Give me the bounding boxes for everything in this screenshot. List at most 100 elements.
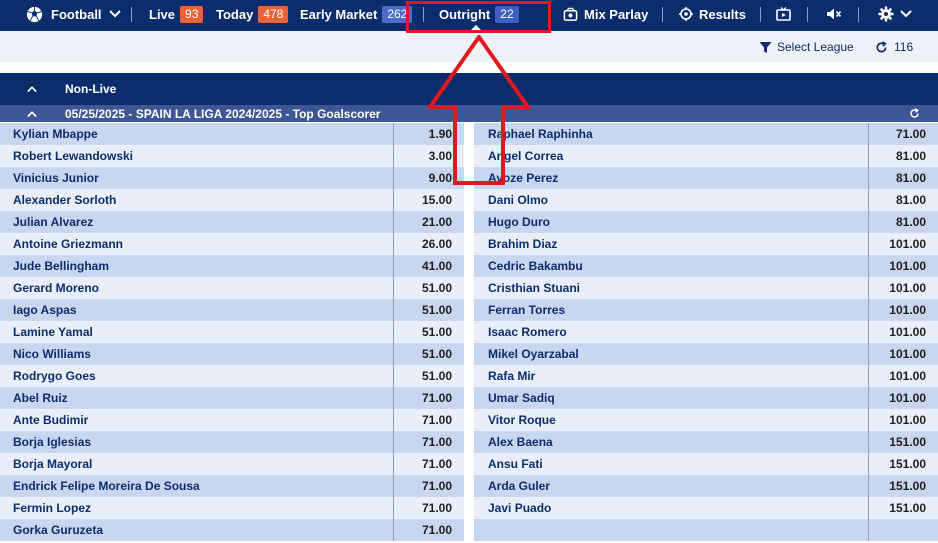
player-name: Kylian Mbappe xyxy=(13,127,98,141)
table-row: Iago Aspas 51.00 xyxy=(0,299,464,321)
odds-cell[interactable]: 51.00 xyxy=(393,299,464,321)
refresh-icon xyxy=(876,40,887,52)
nav-separator xyxy=(858,7,859,22)
player-name: Robert Lewandowski xyxy=(13,149,134,163)
player-name: Cedric Bakambu xyxy=(488,259,583,273)
player-name: Ferran Torres xyxy=(488,303,566,317)
odds-cell[interactable]: 81.00 xyxy=(868,145,938,167)
player-name: Borja Mayoral xyxy=(13,457,93,471)
table-row: Alexander Sorloth 15.00 xyxy=(0,189,464,211)
player-name: Ansu Fati xyxy=(488,457,543,471)
odds-cell[interactable]: 151.00 xyxy=(868,431,938,453)
table-row: Arda Guler 151.00 xyxy=(474,475,938,497)
odds-cell[interactable]: 51.00 xyxy=(393,365,464,387)
odds-cell[interactable]: 21.00 xyxy=(393,211,464,233)
odds-cell[interactable]: 71.00 xyxy=(393,475,464,497)
table-row: Cristhian Stuani 101.00 xyxy=(474,277,938,299)
odds-cell[interactable]: 71.00 xyxy=(868,123,938,145)
table-row: Endrick Felipe Moreira De Sousa 71.00 xyxy=(0,475,464,497)
odds-cell[interactable]: 71.00 xyxy=(393,387,464,409)
live-count-badge: 93 xyxy=(180,5,204,23)
table-row: Abel Ruiz 71.00 xyxy=(0,387,464,409)
odds-cell[interactable]: 81.00 xyxy=(868,189,938,211)
table-row xyxy=(474,519,938,541)
nav-early-market[interactable]: Early Market 262 xyxy=(300,0,413,28)
outright-highlight-box xyxy=(406,1,551,33)
tv-button[interactable] xyxy=(776,0,791,28)
nav-today[interactable]: Today 478 xyxy=(216,0,289,28)
odds-cell[interactable]: 101.00 xyxy=(868,255,938,277)
odds-cell[interactable]: 101.00 xyxy=(868,343,938,365)
table-row: Ayoze Perez 81.00 xyxy=(474,167,938,189)
odds-cell[interactable]: 151.00 xyxy=(868,497,938,519)
odds-cell[interactable]: 151.00 xyxy=(868,453,938,475)
table-row: Cedric Bakambu 101.00 xyxy=(474,255,938,277)
refresh-icon[interactable] xyxy=(909,108,920,119)
odds-cell[interactable]: 101.00 xyxy=(868,409,938,431)
odds-cell[interactable]: 71.00 xyxy=(393,453,464,475)
odds-cell[interactable]: 71.00 xyxy=(393,497,464,519)
table-row: Raphael Raphinha 71.00 xyxy=(474,123,938,145)
player-name: Gorka Guruzeta xyxy=(13,523,104,537)
player-name: Gerard Moreno xyxy=(13,281,100,295)
odds-cell[interactable]: 26.00 xyxy=(393,233,464,255)
refresh-button[interactable]: 116 xyxy=(875,40,913,54)
results-target-icon xyxy=(679,7,693,21)
odds-cell[interactable] xyxy=(868,519,938,541)
odds-cell[interactable]: 101.00 xyxy=(868,277,938,299)
odds-cell[interactable]: 101.00 xyxy=(868,233,938,255)
sport-selector[interactable]: Football xyxy=(26,0,121,28)
player-name: Arda Guler xyxy=(488,479,551,493)
player-name: Brahim Diaz xyxy=(488,237,558,251)
nav-early-label: Early Market xyxy=(300,6,378,22)
table-row: Ante Budimir 71.00 xyxy=(0,409,464,431)
table-row: Ansu Fati 151.00 xyxy=(474,453,938,475)
odds-cell[interactable]: 101.00 xyxy=(868,321,938,343)
odds-cell[interactable]: 71.00 xyxy=(393,409,464,431)
player-name: Iago Aspas xyxy=(13,303,77,317)
odds-cell[interactable]: 15.00 xyxy=(393,189,464,211)
table-row: Julian Alvarez 21.00 xyxy=(0,211,464,233)
odds-cell[interactable]: 71.00 xyxy=(393,519,464,541)
table-row: Antoine Griezmann 26.00 xyxy=(0,233,464,255)
player-name: Mikel Oyarzabal xyxy=(488,347,579,361)
table-row: Umar Sadiq 101.00 xyxy=(474,387,938,409)
odds-cell[interactable]: 51.00 xyxy=(393,321,464,343)
table-row: Robert Lewandowski 3.00 xyxy=(0,145,464,167)
mute-button[interactable] xyxy=(826,0,842,28)
left-outright-table: Kylian Mbappe 1.90 Robert Lewandowski 3.00 V… xyxy=(0,123,464,541)
player-name: Lamine Yamal xyxy=(13,325,93,339)
player-name: Dani Olmo xyxy=(488,193,549,207)
player-name: Ante Budimir xyxy=(13,413,89,427)
mute-icon xyxy=(827,8,842,20)
nav-mix-parlay[interactable]: Mix Parlay xyxy=(563,0,648,28)
table-row: Javi Puado 151.00 xyxy=(474,497,938,519)
odds-cell[interactable]: 51.00 xyxy=(393,343,464,365)
chevron-down-icon xyxy=(900,10,912,18)
table-row: Brahim Diaz 101.00 xyxy=(474,233,938,255)
odds-cell[interactable]: 71.00 xyxy=(393,431,464,453)
odds-cell[interactable]: 51.00 xyxy=(393,277,464,299)
table-row: Lamine Yamal 51.00 xyxy=(0,321,464,343)
table-row: Nico Williams 51.00 xyxy=(0,343,464,365)
refresh-count: 116 xyxy=(894,40,914,54)
chevron-up-icon xyxy=(27,86,37,93)
table-row: Rafa Mir 101.00 xyxy=(474,365,938,387)
select-league-button[interactable]: Select League xyxy=(759,40,854,54)
odds-cell[interactable]: 101.00 xyxy=(868,365,938,387)
odds-cell[interactable]: 101.00 xyxy=(868,387,938,409)
odds-cell[interactable]: 41.00 xyxy=(393,255,464,277)
mix-parlay-icon xyxy=(563,7,578,21)
table-row: Fermin Lopez 71.00 xyxy=(0,497,464,519)
sport-label: Football xyxy=(51,6,102,22)
odds-cell[interactable]: 101.00 xyxy=(868,299,938,321)
odds-cell[interactable]: 151.00 xyxy=(868,475,938,497)
nav-results[interactable]: Results xyxy=(679,0,746,28)
player-name: Isaac Romero xyxy=(488,325,567,339)
settings-button[interactable] xyxy=(878,0,912,28)
odds-cell[interactable]: 81.00 xyxy=(868,167,938,189)
nav-live[interactable]: Live 93 xyxy=(149,0,204,28)
select-league-label: Select League xyxy=(777,40,854,54)
chevron-down-icon xyxy=(108,10,121,18)
odds-cell[interactable]: 81.00 xyxy=(868,211,938,233)
